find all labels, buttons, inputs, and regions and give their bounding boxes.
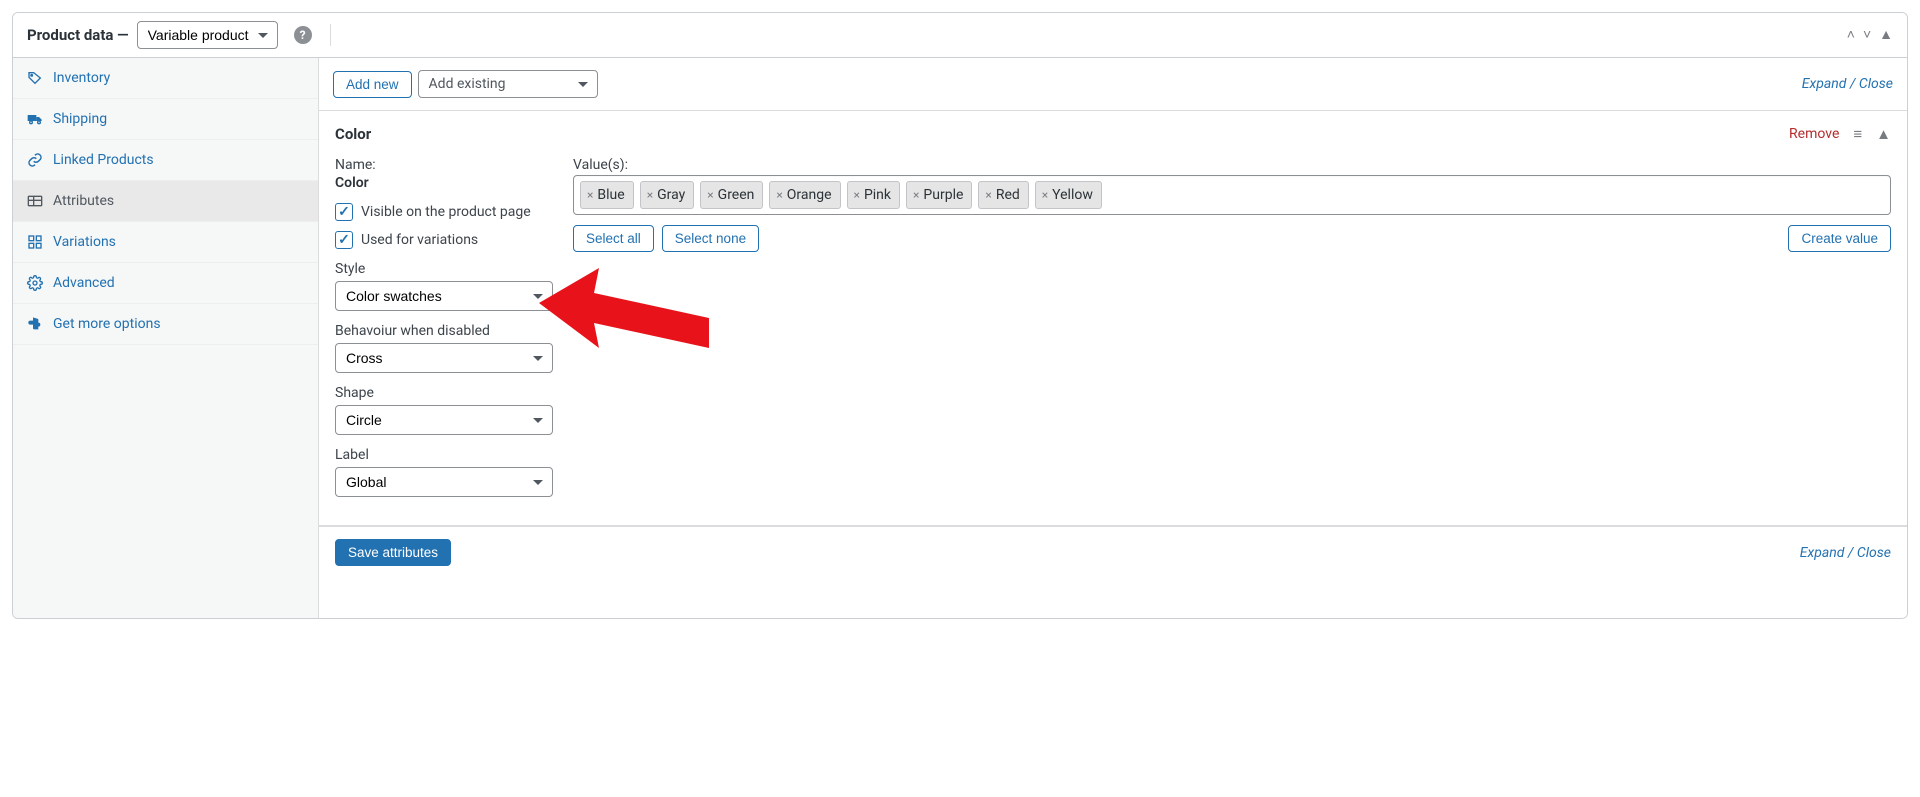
create-value-button[interactable]: Create value [1788, 225, 1891, 252]
tab-label: Attributes [53, 193, 114, 209]
name-label: Name: [335, 157, 553, 173]
used-var-label: Used for variations [361, 232, 478, 248]
truck-icon [27, 113, 43, 125]
remove-tag-icon[interactable]: × [1042, 188, 1048, 202]
shape-label: Shape [335, 385, 553, 401]
panel-body: Inventory Shipping Linked Products Attri… [13, 58, 1907, 618]
visible-label: Visible on the product page [361, 204, 531, 220]
side-tabs: Inventory Shipping Linked Products Attri… [13, 58, 319, 618]
header-controls: ˄ ˅ ▲ [1847, 28, 1893, 42]
tab-get-more[interactable]: Get more options [13, 304, 318, 345]
tab-inventory[interactable]: Inventory [13, 58, 318, 99]
list-icon [27, 195, 43, 207]
value-tag-label: Blue [597, 187, 624, 203]
remove-link[interactable]: Remove [1789, 126, 1839, 142]
attribute-box: Color Remove ≡ ▲ Name: Color ✓ Visible o… [319, 110, 1907, 526]
checkbox-checked-icon[interactable]: ✓ [335, 231, 353, 249]
tag-icon [27, 70, 43, 86]
attribute-title: Color [335, 125, 371, 143]
attribute-toolbar: Add new Add existing Expand / Close [319, 58, 1907, 110]
remove-tag-icon[interactable]: × [776, 188, 782, 202]
value-tag[interactable]: × Red [978, 181, 1028, 209]
attribute-body: Name: Color ✓ Visible on the product pag… [319, 153, 1907, 525]
value-tag-label: Green [718, 187, 755, 203]
behaviour-label: Behavoiur when disabled [335, 323, 553, 339]
help-icon[interactable]: ? [294, 26, 312, 44]
gear-icon [27, 275, 43, 291]
select-all-button[interactable]: Select all [573, 225, 654, 252]
tab-label: Inventory [53, 70, 110, 86]
move-up-icon[interactable]: ˄ [1847, 28, 1855, 42]
value-tag-label: Yellow [1052, 187, 1093, 203]
attributes-footer: Save attributes Expand / Close [319, 526, 1907, 578]
value-tag[interactable]: × Orange [769, 181, 840, 209]
value-tag-label: Orange [787, 187, 832, 203]
label-label: Label [335, 447, 553, 463]
remove-tag-icon[interactable]: × [707, 188, 713, 202]
panel-header: Product data — Variable product ? ˄ ˅ ▲ [13, 13, 1907, 58]
tab-label: Linked Products [53, 152, 154, 168]
expand-close-link[interactable]: Expand / Close [1802, 76, 1893, 92]
label-select[interactable]: Global [335, 467, 553, 497]
value-tag-label: Red [996, 187, 1020, 203]
tab-linked-products[interactable]: Linked Products [13, 140, 318, 181]
expand-close-footer-link[interactable]: Expand / Close [1800, 545, 1891, 561]
collapse-attr-icon[interactable]: ▲ [1876, 125, 1891, 143]
attribute-right-column: Value(s): × Blue × Gray × Green × Orange × Pink × P… [573, 157, 1891, 497]
style-label: Style [335, 261, 553, 277]
content-area: Add new Add existing Expand / Close Colo… [319, 58, 1907, 618]
add-existing-select[interactable]: Add existing [418, 70, 598, 98]
value-tag[interactable]: × Green [700, 181, 763, 209]
value-tag[interactable]: × Gray [640, 181, 695, 209]
checkbox-checked-icon[interactable]: ✓ [335, 203, 353, 221]
remove-tag-icon[interactable]: × [985, 188, 991, 202]
tab-attributes[interactable]: Attributes [13, 181, 318, 222]
tab-variations[interactable]: Variations [13, 222, 318, 263]
remove-tag-icon[interactable]: × [647, 188, 653, 202]
product-data-panel: Product data — Variable product ? ˄ ˅ ▲ … [12, 12, 1908, 619]
value-tag-label: Pink [864, 187, 891, 203]
value-tag-label: Gray [657, 187, 685, 203]
visible-checkbox-row[interactable]: ✓ Visible on the product page [335, 203, 553, 221]
tab-label: Variations [53, 234, 116, 250]
tab-label: Shipping [53, 111, 107, 127]
tab-label: Advanced [53, 275, 115, 291]
value-tag[interactable]: × Blue [580, 181, 634, 209]
drag-handle-icon[interactable]: ≡ [1853, 125, 1862, 143]
used-for-variations-row[interactable]: ✓ Used for variations [335, 231, 553, 249]
grid-icon [27, 234, 43, 250]
value-tag-label: Purple [923, 187, 963, 203]
value-tag[interactable]: × Yellow [1035, 181, 1102, 209]
plugin-icon [27, 316, 43, 332]
shape-select[interactable]: Circle [335, 405, 553, 435]
name-value: Color [335, 175, 553, 191]
tab-shipping[interactable]: Shipping [13, 99, 318, 140]
tab-label: Get more options [53, 316, 161, 332]
tab-advanced[interactable]: Advanced [13, 263, 318, 304]
remove-tag-icon[interactable]: × [587, 188, 593, 202]
value-tag[interactable]: × Purple [906, 181, 972, 209]
values-input[interactable]: ×Blue×Gray×Green×Orange×Pink×Purple×Red×… [573, 175, 1891, 215]
value-tag[interactable]: × Pink [847, 181, 900, 209]
values-label: Value(s): [573, 157, 1891, 173]
move-down-icon[interactable]: ˅ [1863, 28, 1871, 42]
attribute-header: Color Remove ≡ ▲ [319, 111, 1907, 153]
behaviour-select[interactable]: Cross [335, 343, 553, 373]
collapse-icon[interactable]: ▲ [1879, 28, 1893, 42]
select-none-button[interactable]: Select none [662, 225, 759, 252]
attribute-left-column: Name: Color ✓ Visible on the product pag… [335, 157, 553, 497]
panel-title: Product data — [27, 26, 129, 44]
style-select[interactable]: Color swatches [335, 281, 553, 311]
remove-tag-icon[interactable]: × [913, 188, 919, 202]
remove-tag-icon[interactable]: × [854, 188, 860, 202]
link-icon [27, 152, 43, 168]
header-separator [330, 24, 331, 46]
save-attributes-button[interactable]: Save attributes [335, 539, 451, 566]
product-type-select[interactable]: Variable product [137, 21, 278, 49]
add-new-button[interactable]: Add new [333, 71, 412, 98]
